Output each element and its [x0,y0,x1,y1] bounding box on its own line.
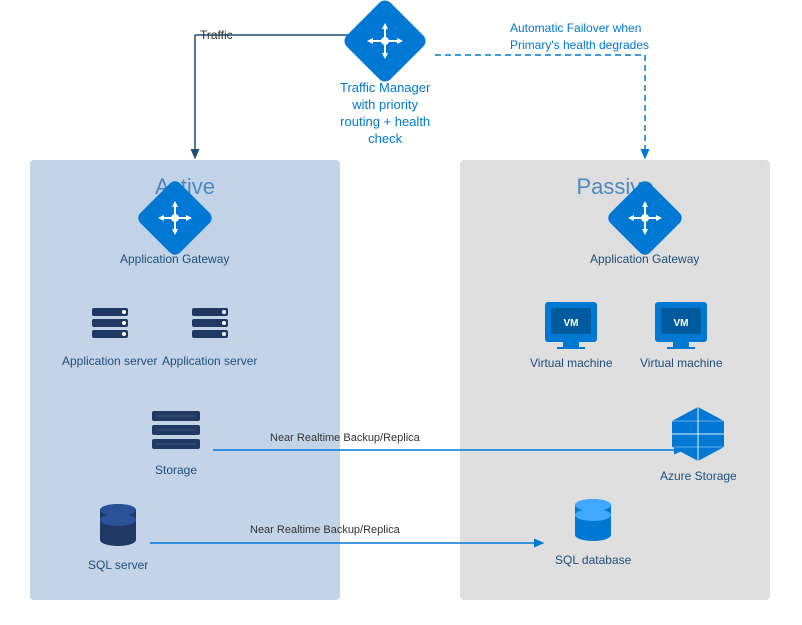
passive-sql-db: SQL database [555,495,631,567]
tm-svg [365,21,405,61]
passive-azure-storage: Azure Storage [660,405,737,483]
passive-vm1: VM Virtual machine [530,300,613,370]
passive-vm2: VM Virtual machine [640,300,723,370]
storage-svg [148,405,204,457]
vm2-svg: VM [653,300,709,350]
server2-svg [186,300,234,348]
tm-label: Traffic Manager with priority routing + … [340,80,430,148]
traffic-label: Traffic [200,28,233,42]
svg-text:VM: VM [674,318,689,329]
backup-label-1: Near Realtime Backup/Replica [270,432,420,444]
active-storage: Storage [148,405,204,477]
passive-app-gateway: Application Gateway [590,190,699,266]
active-gw-svg [157,200,193,236]
active-app-gateway: Application Gateway [120,190,229,266]
sql-server-svg [96,500,140,552]
svg-text:VM: VM [564,318,579,329]
server1-svg [86,300,134,348]
passive-gw-svg [627,200,663,236]
active-server2: Application server [162,300,257,368]
failover-label: Automatic Failover when Primary's health… [510,20,649,54]
diagram: Active Passive Traffic Automatic Failove… [0,0,802,625]
backup-label-2: Near Realtime Backup/Replica [250,524,400,536]
active-server1: Application server [62,300,157,368]
sql-server: SQL server [88,500,148,572]
traffic-manager-icon: Traffic Manager with priority routing + … [340,10,430,148]
vm1-svg: VM [543,300,599,350]
az-storage-svg [669,405,727,463]
sql-db-svg [571,495,615,547]
